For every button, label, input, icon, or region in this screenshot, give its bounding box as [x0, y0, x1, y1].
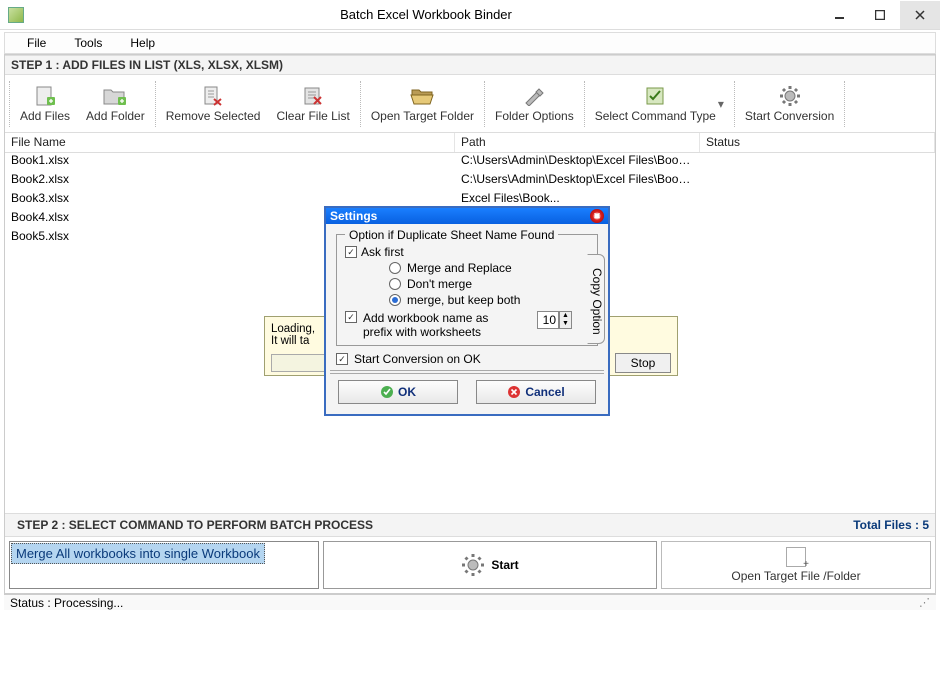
start-on-ok-checkbox[interactable]: ✓	[336, 353, 348, 365]
toolbar: Add Files Add Folder Remove Selected Cle…	[5, 75, 935, 133]
statusbar: Status : Processing... ⋰	[4, 594, 936, 610]
checklist-icon	[642, 85, 668, 107]
step1-header: STEP 1 : ADD FILES IN LIST (XLS, XLSX, X…	[5, 55, 935, 75]
file-remove-icon	[200, 85, 226, 107]
spinner-up-icon[interactable]: ▲	[560, 312, 571, 320]
prefix-count-spinner[interactable]: ▲ ▼	[537, 311, 572, 329]
cell-status	[700, 229, 935, 248]
cancel-icon	[507, 385, 521, 399]
start-label: Start	[491, 558, 518, 572]
cell-path: C:\Users\Admin\Desktop\Excel Files\Book.…	[455, 172, 700, 191]
column-file-name[interactable]: File Name	[5, 133, 455, 152]
cell-status	[700, 172, 935, 191]
tb-label: Open Target Folder	[371, 109, 474, 123]
resize-grip-icon[interactable]: ⋰	[919, 596, 930, 609]
open-target-label: Open Target File /Folder	[731, 569, 860, 583]
status-text: Status : Processing...	[10, 596, 123, 610]
open-folder-icon	[409, 85, 435, 107]
menubar: File Tools Help	[4, 32, 936, 54]
spinner-down-icon[interactable]: ▼	[560, 320, 571, 328]
window-title: Batch Excel Workbook Binder	[32, 7, 820, 22]
cell-filename: Book1.xlsx	[5, 153, 455, 172]
chevron-down-icon: ▾	[718, 97, 724, 111]
ask-first-label: Ask first	[361, 245, 404, 259]
minimize-button[interactable]	[820, 1, 860, 29]
total-files-count: Total Files : 5	[853, 518, 929, 532]
clear-file-list-button[interactable]: Clear File List	[268, 83, 357, 125]
gear-icon	[777, 85, 803, 107]
open-target-folder-button[interactable]: Open Target Folder	[363, 83, 482, 125]
ok-icon	[380, 385, 394, 399]
cancel-button[interactable]: Cancel	[476, 380, 596, 404]
merge-replace-radio[interactable]	[389, 262, 401, 274]
app-icon	[8, 7, 24, 23]
menu-help[interactable]: Help	[116, 34, 169, 52]
tb-label: Folder Options	[495, 109, 574, 123]
cell-status	[700, 191, 935, 210]
menu-tools[interactable]: Tools	[60, 34, 116, 52]
prefix-count-input[interactable]	[537, 311, 559, 329]
folder-options-button[interactable]: Folder Options	[487, 83, 582, 125]
file-open-icon	[786, 547, 806, 567]
add-folder-button[interactable]: Add Folder	[78, 83, 153, 125]
cell-status	[700, 153, 935, 172]
selected-command-label: Merge All workbooks into single Workbook	[11, 543, 265, 564]
ok-label: OK	[398, 385, 416, 399]
menu-file[interactable]: File	[13, 34, 60, 52]
add-files-button[interactable]: Add Files	[12, 83, 78, 125]
tb-label: Add Folder	[86, 109, 145, 123]
folder-add-icon	[102, 85, 128, 107]
remove-selected-button[interactable]: Remove Selected	[158, 83, 269, 125]
titlebar: Batch Excel Workbook Binder	[0, 0, 940, 30]
stop-button[interactable]: Stop	[615, 353, 671, 373]
maximize-button[interactable]	[860, 1, 900, 29]
settings-title-text: Settings	[330, 209, 377, 223]
cell-path: C:\Users\Admin\Desktop\Excel Files\Book.…	[455, 153, 700, 172]
keep-both-label: merge, but keep both	[407, 293, 520, 307]
dont-merge-radio[interactable]	[389, 278, 401, 290]
cancel-label: Cancel	[525, 385, 564, 399]
copy-option-tab[interactable]: Copy Option	[587, 254, 605, 344]
column-status[interactable]: Status	[700, 133, 935, 152]
settings-close-button[interactable]: ✕	[590, 209, 604, 223]
select-command-type-button[interactable]: Select Command Type ▾	[587, 83, 732, 125]
list-clear-icon	[300, 85, 326, 107]
ask-first-checkbox[interactable]: ✓	[345, 246, 357, 258]
close-button[interactable]	[900, 1, 940, 29]
open-target-file-folder-button[interactable]: Open Target File /Folder	[661, 541, 931, 589]
ok-button[interactable]: OK	[338, 380, 458, 404]
step2-label: STEP 2 : SELECT COMMAND TO PERFORM BATCH…	[11, 516, 379, 534]
gear-icon	[461, 553, 485, 577]
settings-dialog: Settings ✕ Copy Option Option if Duplica…	[324, 206, 610, 416]
step2-header: STEP 2 : SELECT COMMAND TO PERFORM BATCH…	[5, 513, 935, 537]
column-path[interactable]: Path	[455, 133, 700, 152]
file-add-icon	[32, 85, 58, 107]
tb-label: Add Files	[20, 109, 70, 123]
settings-titlebar[interactable]: Settings ✕	[326, 208, 608, 224]
bottom-actions: Merge All workbooks into single Workbook…	[5, 537, 935, 593]
duplicate-sheet-group: Option if Duplicate Sheet Name Found ✓ A…	[336, 234, 598, 346]
dont-merge-label: Don't merge	[407, 277, 472, 291]
stop-label: Stop	[631, 356, 656, 370]
keep-both-radio[interactable]	[389, 294, 401, 306]
prefix-checkbox[interactable]: ✓	[345, 311, 357, 323]
group-legend: Option if Duplicate Sheet Name Found	[345, 228, 558, 242]
merge-replace-label: Merge and Replace	[407, 261, 512, 275]
cell-status	[700, 210, 935, 229]
tb-label: Remove Selected	[166, 109, 261, 123]
file-list-header: File Name Path Status	[5, 133, 935, 153]
tb-label: Clear File List	[276, 109, 349, 123]
prefix-label: Add workbook name as prefix with workshe…	[363, 311, 517, 339]
list-item[interactable]: Book2.xlsx C:\Users\Admin\Desktop\Excel …	[5, 172, 935, 191]
start-button[interactable]: Start	[323, 541, 657, 589]
cell-filename: Book2.xlsx	[5, 172, 455, 191]
start-conversion-button[interactable]: Start Conversion	[737, 83, 842, 125]
list-item[interactable]: Book1.xlsx C:\Users\Admin\Desktop\Excel …	[5, 153, 935, 172]
tb-label: Start Conversion	[745, 109, 834, 123]
start-on-ok-label: Start Conversion on OK	[354, 352, 481, 366]
tb-label: Select Command Type	[595, 109, 716, 123]
selected-command-chip[interactable]: Merge All workbooks into single Workbook	[9, 541, 319, 589]
tools-icon	[521, 85, 547, 107]
